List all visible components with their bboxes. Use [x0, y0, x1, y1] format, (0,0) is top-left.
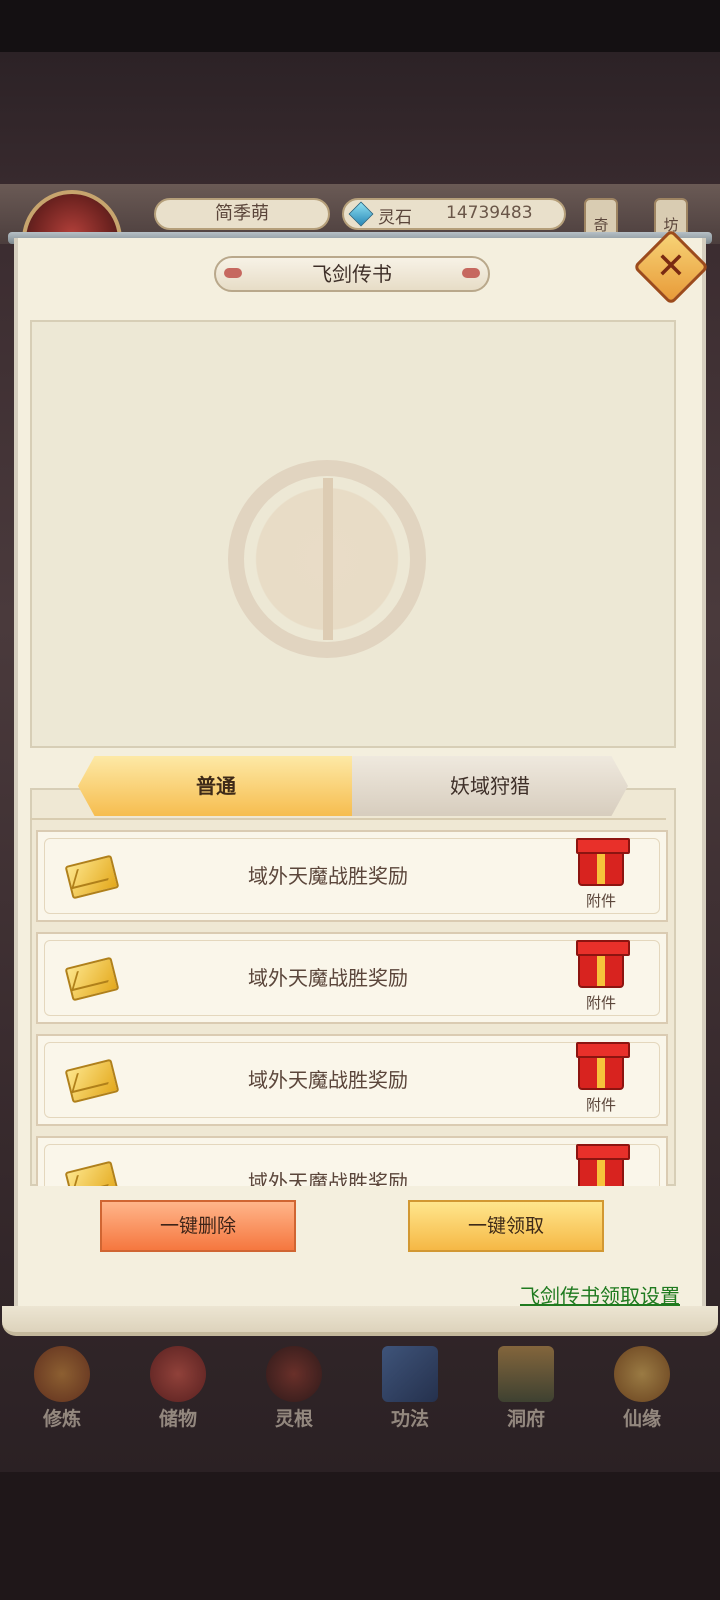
nav-item-spirit-root[interactable]: 灵根 — [244, 1336, 344, 1436]
gift-box-icon — [576, 838, 630, 886]
spirit-stone-icon — [348, 201, 374, 227]
title-ornament-left — [224, 268, 242, 278]
tab-normal[interactable]: 普通 — [78, 756, 354, 816]
cultivation-icon — [34, 1346, 90, 1402]
spirit-root-icon — [266, 1346, 322, 1402]
mail-title: 域外天魔战胜奖励 — [248, 966, 408, 990]
nav-label: 储物 — [158, 1408, 197, 1430]
nav-item-cultivation[interactable]: 修炼 — [12, 1336, 112, 1436]
attachment-label: 附件 — [585, 994, 616, 1012]
claim-settings-link[interactable]: 飞剑传书领取设置 — [490, 1280, 680, 1309]
mail-title: 域外天魔战胜奖励 — [248, 1068, 408, 1092]
mail-title: 域外天魔战胜奖励 — [248, 864, 408, 888]
nav-label: 灵根 — [274, 1408, 313, 1430]
gift-box-icon — [576, 1042, 630, 1090]
nav-item-storage[interactable]: 储物 — [128, 1336, 228, 1436]
mail-item[interactable]: 域外天魔战胜奖励 附件 — [36, 1034, 668, 1126]
attachment-label: 附件 — [585, 892, 616, 910]
nav-item-skills[interactable]: 功法 — [360, 1336, 460, 1436]
cave-house-icon — [498, 1346, 554, 1402]
title-ornament-right — [462, 268, 480, 278]
mail-item[interactable]: 域外天魔战胜奖励 附件 — [36, 830, 668, 922]
nav-label: 功法 — [390, 1408, 429, 1430]
close-icon[interactable]: ✕ — [648, 244, 694, 290]
status-bar-area — [0, 0, 720, 52]
attachment-label: 附件 — [585, 1096, 616, 1114]
nav-label: 仙缘 — [622, 1408, 661, 1430]
nav-label: 修炼 — [42, 1408, 81, 1430]
nav-label: 洞府 — [506, 1408, 545, 1430]
nav-item-fate[interactable]: 仙缘 — [592, 1336, 692, 1436]
book-icon — [382, 1346, 438, 1402]
dialog-title-banner: 飞剑传书 — [214, 256, 490, 292]
bottom-area — [0, 1472, 720, 1600]
bottom-nav: 修炼 储物 灵根 功法 洞府 仙缘 — [0, 1336, 720, 1446]
tab-demon-hunt[interactable]: 妖域狩猎 — [352, 756, 628, 816]
game-screen: 简季萌 灵石 14739483 奇 坊 飞剑传书 ✕ 普通 妖域狩猎 域外天魔战… — [0, 0, 720, 1600]
delete-all-button[interactable]: 一键删除 — [100, 1200, 296, 1252]
dialog-title: 飞剑传书 — [312, 262, 392, 286]
mail-item-clip: 域外天魔战胜奖励 附件 — [36, 1136, 668, 1186]
mail-item[interactable]: 域外天魔战胜奖励 附件 — [36, 932, 668, 1024]
gourd-icon — [614, 1346, 670, 1402]
list-separator — [30, 818, 666, 820]
nav-item-cave[interactable]: 洞府 — [476, 1336, 576, 1436]
gift-box-icon — [576, 940, 630, 988]
scroll-bottom-edge — [2, 1306, 718, 1336]
emblem-divider — [323, 478, 333, 640]
currency-label: 灵石 — [378, 208, 412, 228]
player-name: 简季萌 — [154, 198, 330, 230]
storage-bag-icon — [150, 1346, 206, 1402]
currency-box: 灵石 14739483 — [342, 198, 566, 230]
gift-box-icon — [576, 1144, 630, 1186]
currency-value: 14739483 — [446, 203, 533, 223]
mail-title: 域外天魔战胜奖励 — [248, 1170, 408, 1186]
mail-item[interactable]: 域外天魔战胜奖励 附件 — [36, 1136, 668, 1186]
claim-all-button[interactable]: 一键领取 — [408, 1200, 604, 1252]
